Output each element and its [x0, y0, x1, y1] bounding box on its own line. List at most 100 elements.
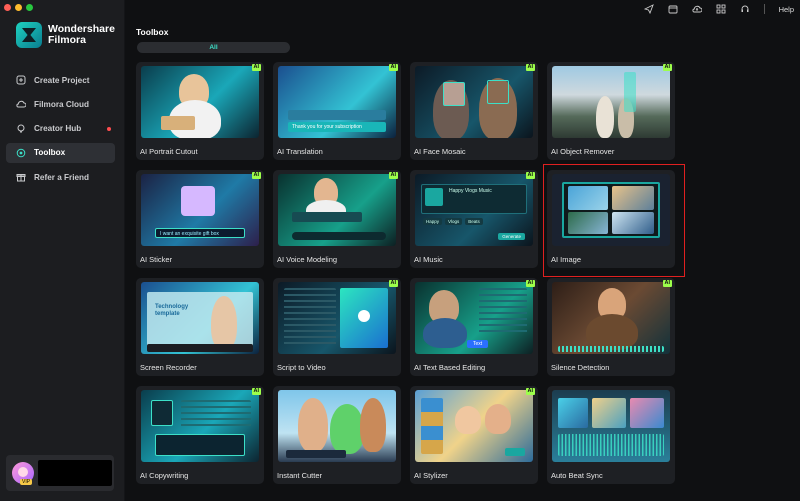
grid-apps-icon[interactable] [716, 4, 726, 14]
tool-label: AI Copywriting [140, 471, 189, 480]
tool-thumbnail [552, 390, 670, 462]
tool-thumbnail: Thank you for your subscription [278, 66, 396, 138]
cloud-upload-icon[interactable] [692, 4, 702, 14]
sidebar-item-label: Filmora Cloud [34, 99, 90, 109]
music-tag: Vlogs [445, 218, 463, 225]
ai-badge: AI [662, 64, 672, 71]
brand: Wondershare Filmora [16, 22, 115, 48]
tool-label: Silence Detection [551, 363, 610, 372]
minimize-window-button[interactable] [15, 4, 22, 11]
tool-card-ai-sticker[interactable]: I want an exquisite gift box AI AI Stick… [136, 170, 264, 268]
send-icon[interactable] [643, 4, 654, 14]
tool-thumbnail [415, 66, 533, 138]
tool-thumbnail [141, 66, 259, 138]
filter-all-tab[interactable]: All [137, 42, 290, 53]
tool-card-script-to-video[interactable]: AI Script to Video [273, 278, 401, 376]
tool-card-ai-portrait-cutout[interactable]: AI AI Portrait Cutout [136, 62, 264, 160]
translation-caption: Thank you for your subscription [288, 122, 386, 132]
sticker-prompt: I want an exquisite gift box [155, 228, 245, 238]
ai-badge: AI [251, 172, 261, 179]
tool-label: Screen Recorder [140, 363, 197, 372]
music-title: Happy Vlogs Music [449, 188, 492, 194]
zoom-window-button[interactable] [26, 4, 33, 11]
tool-thumbnail [278, 282, 396, 354]
avatar: VIP [12, 462, 34, 485]
ai-badge: AI [251, 388, 261, 395]
tool-label: Script to Video [277, 363, 326, 372]
tool-card-ai-face-mosaic[interactable]: AI AI Face Mosaic [410, 62, 538, 160]
headset-icon[interactable] [740, 4, 750, 14]
tool-card-ai-text-based-editing[interactable]: Text AI AI Text Based Editing [410, 278, 538, 376]
tool-label: AI Portrait Cutout [140, 147, 198, 156]
tool-card-ai-voice-modeling[interactable]: AI AI Voice Modeling [273, 170, 401, 268]
tool-thumbnail [552, 66, 670, 138]
sidebar-item-label: Creator Hub [34, 124, 82, 134]
tool-label: AI Stylizer [414, 471, 448, 480]
tool-card-ai-stylizer[interactable]: AI AI Stylizer [410, 386, 538, 484]
tool-card-auto-beat-sync[interactable]: Auto Beat Sync [547, 386, 675, 484]
tool-thumbnail [415, 390, 533, 462]
tool-card-ai-translation[interactable]: Thank you for your subscription AI AI Tr… [273, 62, 401, 160]
music-tag: Beats [465, 218, 483, 225]
brand-line2: Filmora [48, 34, 86, 46]
sidebar-item-label: Toolbox [34, 148, 66, 158]
tool-thumbnail [141, 390, 259, 462]
sidebar-item-refer-a-friend[interactable]: Refer a Friend [6, 167, 115, 187]
tool-card-silence-detection[interactable]: AI Silence Detection [547, 278, 675, 376]
bulb-icon [17, 124, 25, 133]
cloud-icon [16, 101, 26, 108]
tool-thumbnail: I want an exquisite gift box [141, 174, 259, 246]
toolbox-main: Toolbox All AI AI Portrait Cutout Thank … [125, 18, 800, 501]
notification-dot [107, 126, 111, 131]
tool-thumbnail [278, 390, 396, 462]
tool-thumbnail: Text [415, 282, 533, 354]
toolbar-divider [763, 4, 765, 14]
filmora-logo-icon [16, 22, 42, 48]
tool-label: AI Object Remover [551, 147, 615, 156]
ai-badge: AI [251, 64, 261, 71]
calendar-icon[interactable] [668, 4, 678, 14]
sidebar-item-toolbox[interactable]: Toolbox [6, 142, 115, 163]
plus-circle-icon [16, 75, 26, 85]
tool-label: AI Voice Modeling [277, 255, 338, 264]
ai-badge: AI [388, 172, 398, 179]
window-controls [4, 4, 33, 11]
vip-badge: VIP [20, 479, 33, 485]
tool-card-instant-cutter[interactable]: Instant Cutter [273, 386, 401, 484]
redacted-username [38, 460, 112, 486]
tool-thumbnail [552, 282, 670, 354]
toolbox-icon [16, 148, 26, 158]
tool-thumbnail: Happy Vlogs Music Happy Vlogs Beats Gene… [415, 174, 533, 246]
music-generate-chip: Generate [498, 233, 525, 240]
tool-card-screen-recorder[interactable]: Technology template Screen Recorder [136, 278, 264, 376]
app-window: Wondershare Filmora Create Project Filmo… [0, 0, 800, 501]
sidebar-item-filmora-cloud[interactable]: Filmora Cloud [6, 94, 115, 114]
tool-label: AI Translation [277, 147, 323, 156]
tool-label: Instant Cutter [277, 471, 323, 480]
tool-card-ai-music[interactable]: Happy Vlogs Music Happy Vlogs Beats Gene… [410, 170, 538, 268]
sidebar-item-create-project[interactable]: Create Project [6, 70, 115, 90]
sidebar-item-label: Refer a Friend [34, 172, 90, 182]
close-window-button[interactable] [4, 4, 11, 11]
top-toolbar: Help [125, 0, 800, 18]
tool-label: AI Text Based Editing [414, 363, 486, 372]
tool-label: AI Music [414, 255, 443, 264]
ai-badge: AI [525, 172, 535, 179]
sidebar-nav: Create Project Filmora Cloud Creator Hub… [6, 70, 115, 191]
tool-thumbnail [278, 174, 396, 246]
ai-badge: AI [525, 280, 535, 287]
tool-label: AI Face Mosaic [414, 147, 466, 156]
help-menu[interactable]: Help [779, 5, 794, 14]
gift-icon [16, 174, 26, 182]
tool-label: AI Sticker [140, 255, 173, 264]
music-tag: Happy [423, 218, 443, 225]
tool-card-ai-object-remover[interactable]: AI AI Object Remover [547, 62, 675, 160]
text-edit-chip: Text [467, 340, 489, 348]
user-profile[interactable]: VIP [6, 455, 114, 491]
page-title: Toolbox [136, 27, 169, 37]
ai-badge: AI [662, 280, 672, 287]
tool-label: Auto Beat Sync [551, 471, 603, 480]
sidebar-item-creator-hub[interactable]: Creator Hub [6, 119, 115, 139]
ai-badge: AI [525, 64, 535, 71]
tool-card-ai-copywriting[interactable]: AI AI Copywriting [136, 386, 264, 484]
